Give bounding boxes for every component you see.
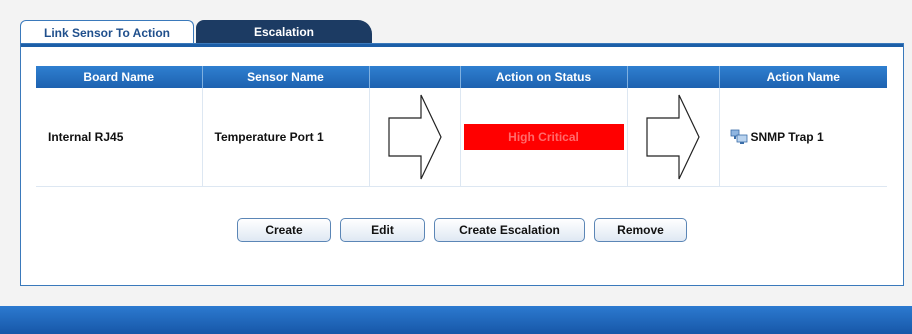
right-arrow-icon	[387, 94, 442, 180]
header-action-on-status: Action on Status	[459, 66, 627, 88]
header-arrow-1	[368, 66, 460, 88]
create-escalation-button[interactable]: Create Escalation	[434, 218, 585, 242]
tab-bar: Link Sensor To Action Escalation	[20, 20, 372, 44]
table-header-row: Board Name Sensor Name Action on Status …	[36, 66, 887, 88]
action-buttons: Create Edit Create Escalation Remove	[237, 218, 696, 242]
arrow-cell-2	[626, 88, 719, 187]
network-computer-icon	[730, 129, 747, 144]
create-button[interactable]: Create	[237, 218, 331, 242]
edit-button[interactable]: Edit	[340, 218, 425, 242]
tab-link-sensor-to-action[interactable]: Link Sensor To Action	[20, 20, 194, 44]
arrow-cell-1	[368, 88, 460, 187]
status-cell: High Critical	[459, 88, 627, 187]
right-arrow-icon	[646, 94, 700, 180]
sensor-name-cell: Temperature Port 1	[201, 88, 369, 187]
board-name-cell: Internal RJ45	[36, 88, 202, 187]
content-panel: Board Name Sensor Name Action on Status …	[20, 43, 904, 286]
action-name-wrap: SNMP Trap 1	[730, 129, 888, 145]
action-name-cell: SNMP Trap 1	[718, 88, 888, 187]
tab-escalation[interactable]: Escalation	[196, 20, 372, 44]
header-action-name: Action Name	[718, 66, 887, 88]
header-sensor-name: Sensor Name	[201, 66, 369, 88]
header-board-name: Board Name	[36, 66, 202, 88]
table-row[interactable]: Internal RJ45 Temperature Port 1 High Cr…	[36, 88, 888, 187]
panel-top-border	[21, 44, 903, 47]
header-arrow-2	[626, 66, 719, 88]
action-name-label: SNMP Trap 1	[750, 129, 824, 144]
footer-bar	[0, 306, 912, 334]
status-badge: High Critical	[463, 123, 624, 150]
sensor-action-table: Board Name Sensor Name Action on Status …	[36, 66, 887, 187]
remove-button[interactable]: Remove	[594, 218, 687, 242]
